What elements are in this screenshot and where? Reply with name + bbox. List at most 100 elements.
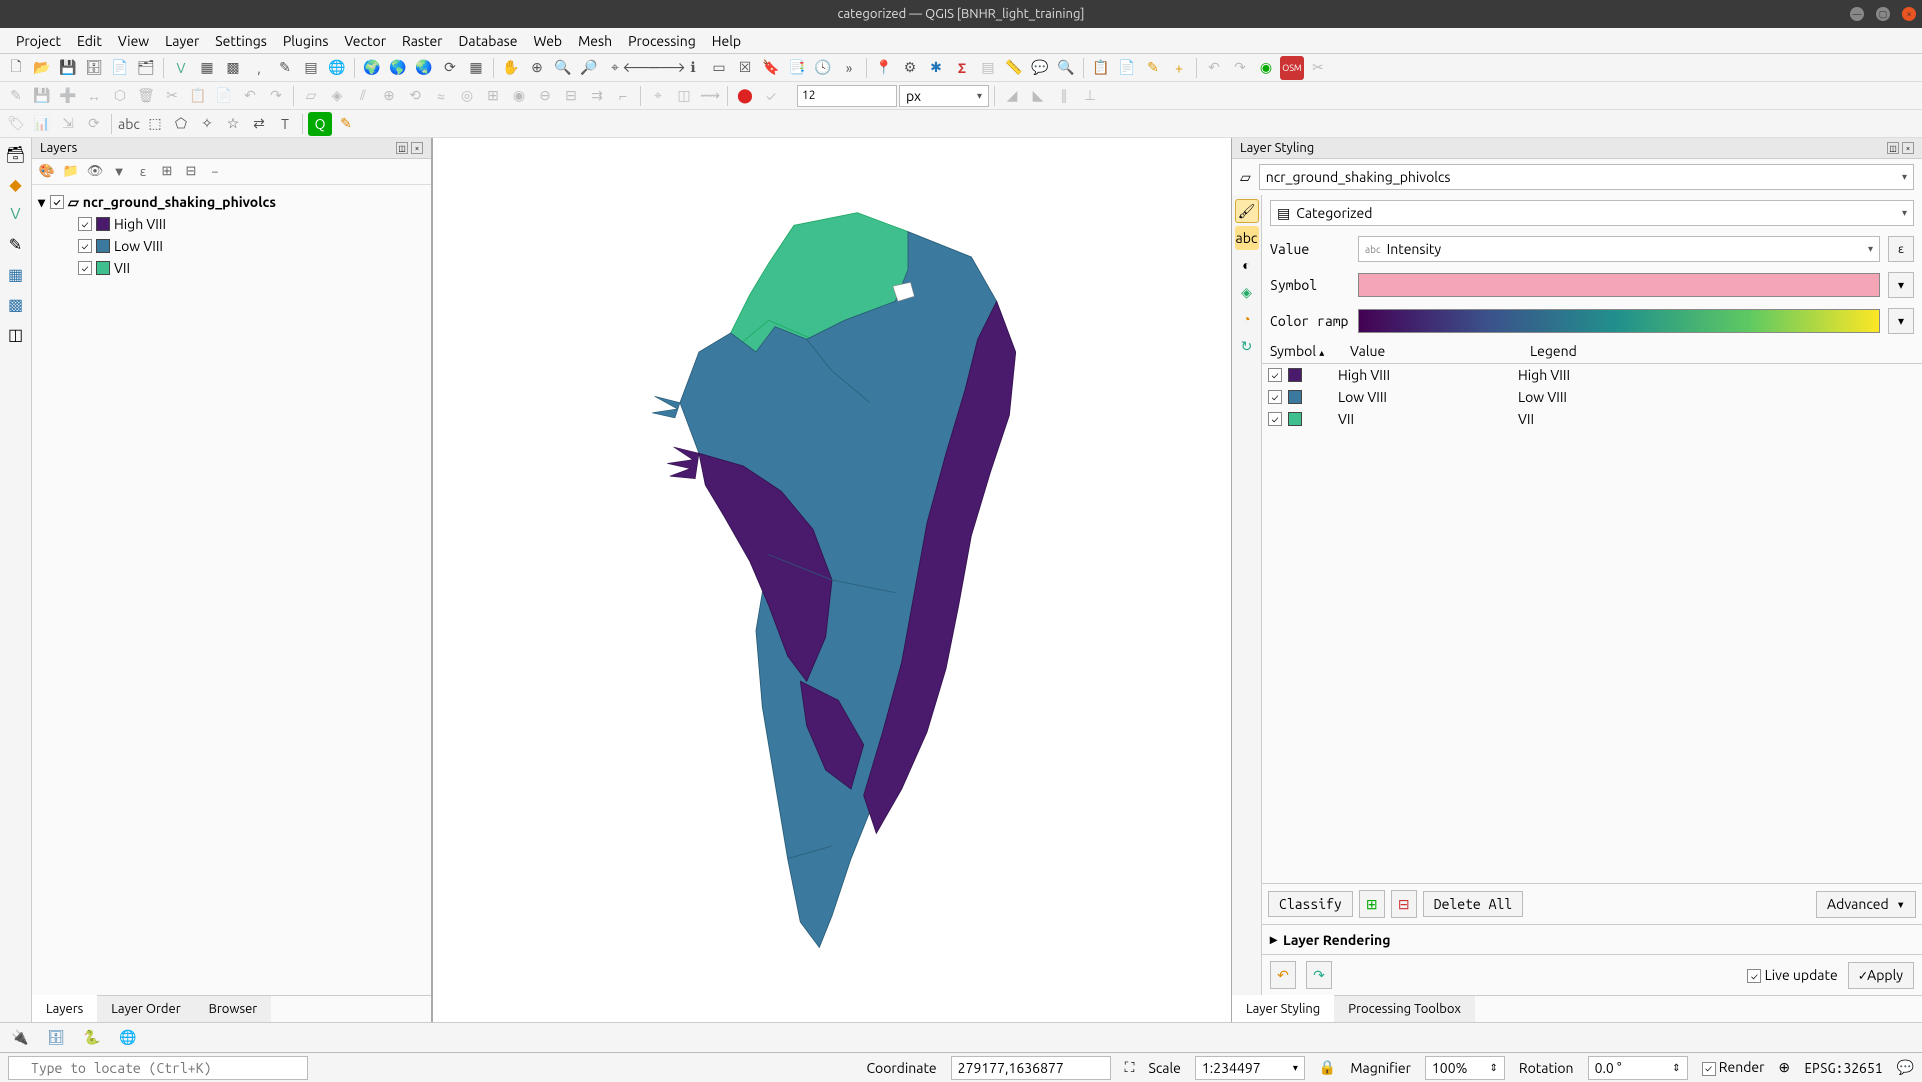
panel-undock-icon[interactable]: ◫ bbox=[1887, 142, 1899, 154]
expression-button[interactable]: ε bbox=[1888, 236, 1914, 262]
quick-osm-query-icon[interactable]: ✎ bbox=[334, 112, 358, 136]
crs-icon[interactable]: ⊕ bbox=[1778, 1059, 1790, 1076]
temporal-icon[interactable]: 🕓 bbox=[811, 56, 835, 80]
col-value[interactable]: Value bbox=[1342, 339, 1522, 363]
apply-button[interactable]: ✓Apply bbox=[1848, 962, 1914, 989]
maximize-button[interactable]: ▢ bbox=[1876, 7, 1890, 21]
select-by-rect-icon[interactable]: ⬚ bbox=[143, 112, 167, 136]
filter-legend-icon[interactable]: ▼ bbox=[110, 163, 128, 181]
style-preset-icon[interactable]: 🎨 bbox=[38, 163, 56, 181]
panel-close-icon[interactable]: × bbox=[411, 142, 423, 154]
layer-root-row[interactable]: ▾ ✓ ▱ ncr_ground_shaking_phivolcs bbox=[38, 191, 425, 213]
menu-plugins[interactable]: Plugins bbox=[275, 31, 337, 51]
remove-category-button[interactable]: ⊟ bbox=[1391, 890, 1417, 918]
minimize-button[interactable]: — bbox=[1850, 7, 1864, 21]
pan-icon[interactable]: ✋ bbox=[499, 56, 523, 80]
menu-edit[interactable]: Edit bbox=[69, 31, 110, 51]
new-layer-icon[interactable]: + bbox=[1167, 56, 1191, 80]
zoom-in-icon[interactable]: 🔍 bbox=[551, 56, 575, 80]
3d-tab-icon[interactable]: ◈ bbox=[1235, 280, 1259, 304]
line-unit-select[interactable]: px▾ bbox=[899, 85, 989, 107]
styling-layer-select[interactable]: ncr_ground_shaking_phivolcs ▾ bbox=[1259, 164, 1914, 190]
locator-input[interactable] bbox=[8, 1056, 308, 1080]
scale-field[interactable]: 1:234497▾ bbox=[1195, 1056, 1305, 1080]
menu-database[interactable]: Database bbox=[451, 31, 526, 51]
attr-table-icon[interactable]: ▦ bbox=[464, 56, 488, 80]
osm-download-icon[interactable]: OSM bbox=[1280, 56, 1304, 80]
masks-tab-icon[interactable]: ◐ bbox=[1235, 253, 1259, 277]
data-source-manager-icon[interactable]: 🗃 bbox=[4, 142, 28, 166]
measure-icon[interactable]: 📏 bbox=[1002, 56, 1026, 80]
classify-button[interactable]: Classify bbox=[1268, 891, 1353, 917]
advanced-button[interactable]: Advanced ▾ bbox=[1816, 891, 1916, 918]
toolbox-icon[interactable]: ✱ bbox=[924, 56, 948, 80]
collapse-all-icon[interactable]: ⊟ bbox=[182, 163, 200, 181]
new-project-icon[interactable]: 🗋 bbox=[4, 56, 28, 80]
category-checkbox[interactable]: ✓ bbox=[78, 261, 92, 275]
add-wms-icon[interactable]: 🌐 bbox=[325, 56, 349, 80]
renderer-select[interactable]: ▤ Categorized ▾ bbox=[1270, 200, 1914, 226]
manage-themes-icon[interactable]: 👁 bbox=[86, 163, 104, 181]
tab-processing-toolbox[interactable]: Processing Toolbox bbox=[1334, 996, 1475, 1022]
more-icon[interactable]: » bbox=[837, 56, 861, 80]
category-checkbox[interactable]: ✓ bbox=[1268, 368, 1282, 382]
redo-style-button[interactable]: ↷ bbox=[1306, 961, 1332, 989]
save-project-icon[interactable]: 💾 bbox=[56, 56, 80, 80]
add-delimited-icon[interactable]: , bbox=[247, 56, 271, 80]
render-checkbox[interactable]: ✓ Render bbox=[1702, 1059, 1765, 1076]
python-console-icon[interactable]: 🐍 bbox=[80, 1026, 104, 1050]
map-tips-icon[interactable]: 💬 bbox=[1028, 56, 1052, 80]
category-checkbox[interactable]: ✓ bbox=[1268, 390, 1282, 404]
map-canvas[interactable] bbox=[432, 138, 1232, 1022]
select-features-icon[interactable]: ▭ bbox=[707, 56, 731, 80]
color-ramp-button[interactable] bbox=[1358, 309, 1880, 333]
menu-web[interactable]: Web bbox=[525, 31, 570, 51]
zoom-full-icon[interactable]: 🌍 bbox=[360, 56, 384, 80]
new-mesh-icon[interactable]: ▩ bbox=[4, 292, 28, 316]
value-field-select[interactable]: abc Intensity ▾ bbox=[1358, 236, 1880, 262]
add-vector-icon[interactable]: V bbox=[169, 56, 193, 80]
zoom-layer-icon[interactable]: 🌎 bbox=[386, 56, 410, 80]
labels-tab-icon[interactable]: abc bbox=[1235, 226, 1259, 250]
col-legend[interactable]: Legend bbox=[1522, 339, 1922, 363]
symbol-preview-button[interactable] bbox=[1358, 273, 1880, 297]
actions-icon[interactable]: 🔍 bbox=[1054, 56, 1078, 80]
stats-icon[interactable]: Σ bbox=[950, 56, 974, 80]
line-size-input[interactable] bbox=[797, 85, 897, 107]
category-swatch-icon[interactable] bbox=[1288, 368, 1302, 382]
processing-icon[interactable]: ⚙ bbox=[898, 56, 922, 80]
add-gps-icon[interactable]: ✎ bbox=[273, 56, 297, 80]
crs-button[interactable]: EPSG:32651 bbox=[1804, 1060, 1882, 1076]
symbol-menu-button[interactable]: ▾ bbox=[1888, 272, 1914, 298]
panel-undock-icon[interactable]: ◫ bbox=[396, 142, 408, 154]
deselect-icon[interactable]: ☒ bbox=[733, 56, 757, 80]
history-tab-icon[interactable]: ↻ bbox=[1235, 334, 1259, 358]
tab-layer-styling[interactable]: Layer Styling bbox=[1232, 995, 1334, 1022]
menu-vector[interactable]: Vector bbox=[336, 31, 394, 51]
osm-icon[interactable]: ◉ bbox=[1254, 56, 1278, 80]
menu-help[interactable]: Help bbox=[704, 31, 749, 51]
add-category-button[interactable]: ⊞ bbox=[1359, 890, 1385, 918]
live-update-checkbox[interactable]: ✓ Live update bbox=[1747, 967, 1837, 983]
new-print-layout-icon[interactable]: 📄 bbox=[108, 56, 132, 80]
rotation-field[interactable]: 0.0 °⇕ bbox=[1588, 1056, 1688, 1080]
browser-globe-icon[interactable]: 🌐 bbox=[116, 1026, 140, 1050]
layers-tree[interactable]: ▾ ✓ ▱ ncr_ground_shaking_phivolcs ✓ High… bbox=[32, 185, 431, 995]
select-invert-icon[interactable]: ⇄ bbox=[247, 112, 271, 136]
menu-settings[interactable]: Settings bbox=[207, 31, 275, 51]
menu-view[interactable]: View bbox=[110, 31, 157, 51]
menu-mesh[interactable]: Mesh bbox=[570, 31, 620, 51]
category-checkbox[interactable]: ✓ bbox=[78, 239, 92, 253]
messages-icon[interactable]: 💬 bbox=[1897, 1059, 1914, 1076]
category-swatch-icon[interactable] bbox=[1288, 390, 1302, 404]
zoom-out-icon[interactable]: 🔎 bbox=[577, 56, 601, 80]
coordinate-field[interactable]: 279177,1636877 bbox=[951, 1056, 1111, 1080]
identify-icon[interactable]: ℹ bbox=[681, 56, 705, 80]
pan-selection-icon[interactable]: ⊕ bbox=[525, 56, 549, 80]
zoom-next-icon[interactable]: 🡒 bbox=[655, 56, 679, 80]
category-row[interactable]: ✓ Low VIII bbox=[38, 235, 425, 257]
layout-manager-icon[interactable]: 🗂 bbox=[134, 56, 158, 80]
error-icon[interactable]: ⬤ bbox=[733, 84, 757, 108]
menu-processing[interactable]: Processing bbox=[620, 31, 704, 51]
close-button[interactable]: × bbox=[1902, 7, 1916, 21]
